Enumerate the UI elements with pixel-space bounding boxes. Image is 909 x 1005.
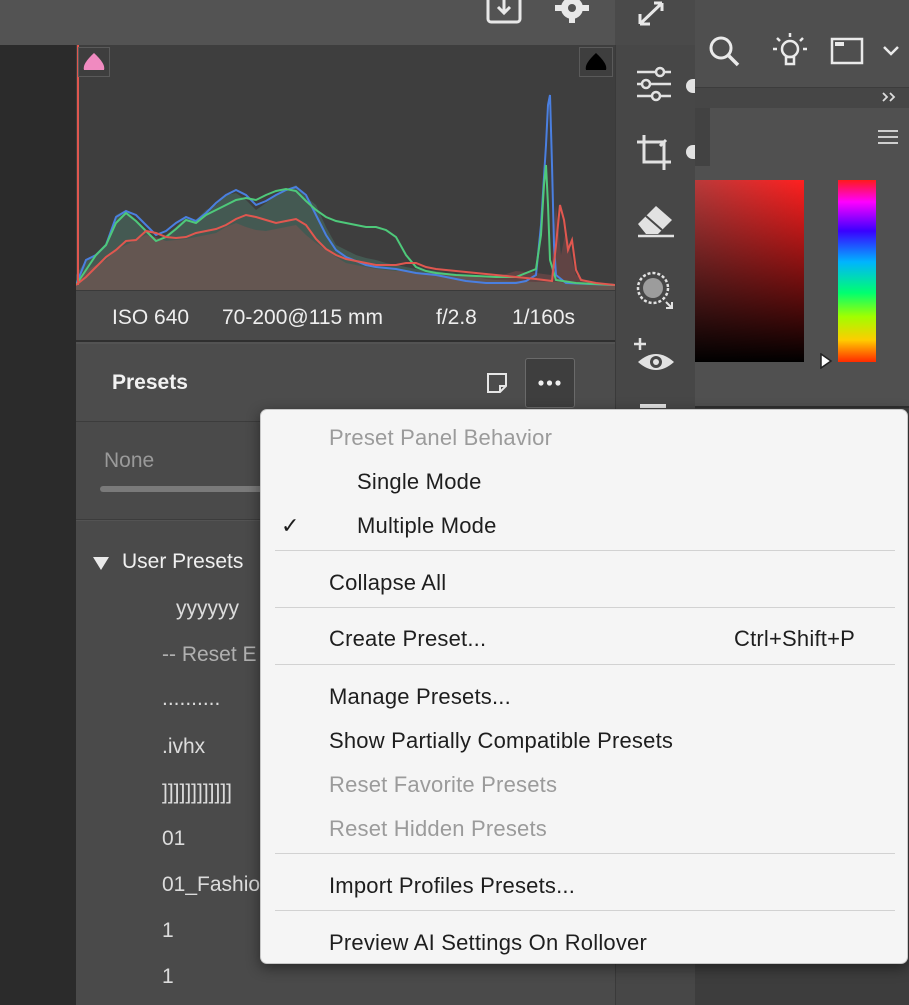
sliders-icon[interactable] bbox=[634, 64, 674, 104]
checkmark-icon: ✓ bbox=[281, 513, 300, 538]
filmstrip-area bbox=[0, 45, 76, 1005]
right-collapse-bar bbox=[695, 88, 909, 108]
presets-title: Presets bbox=[112, 371, 188, 394]
preset-item[interactable]: 1 bbox=[162, 965, 174, 989]
exif-aperture: f/2.8 bbox=[436, 306, 477, 329]
tool-partial-icon[interactable] bbox=[640, 404, 666, 408]
eraser-icon[interactable] bbox=[634, 202, 676, 238]
lightbulb-icon[interactable] bbox=[770, 30, 810, 70]
preset-item[interactable]: yyyyyy bbox=[176, 597, 239, 621]
preset-item[interactable]: .ivhx bbox=[162, 735, 205, 759]
color-saturation-field[interactable] bbox=[695, 180, 804, 362]
highlight-clipping-indicator[interactable] bbox=[579, 47, 613, 77]
download-icon[interactable] bbox=[485, 0, 523, 28]
menu-item-manage-presets[interactable]: Manage Presets... bbox=[329, 684, 511, 710]
preset-item[interactable]: 1 bbox=[162, 919, 174, 943]
menu-item-show-partially-compatible[interactable]: Show Partially Compatible Presets bbox=[329, 728, 673, 754]
new-preset-icon[interactable] bbox=[484, 370, 510, 396]
shadow-clipping-indicator[interactable] bbox=[78, 47, 110, 77]
chevron-down-icon[interactable] bbox=[880, 42, 902, 60]
exif-iso: ISO 640 bbox=[112, 306, 190, 329]
preset-item[interactable]: 01 bbox=[162, 827, 185, 851]
preset-item[interactable]: .......... bbox=[162, 687, 220, 711]
menu-item-create-preset[interactable]: Create Preset... bbox=[329, 626, 486, 652]
preset-item[interactable]: -- Reset E bbox=[162, 643, 257, 667]
preset-amount-slider[interactable] bbox=[100, 486, 270, 492]
menu-item-multiple-mode[interactable]: Multiple Mode bbox=[357, 513, 497, 539]
menu-divider bbox=[275, 853, 895, 854]
masking-icon[interactable] bbox=[634, 268, 676, 310]
hamburger-menu-icon[interactable] bbox=[876, 128, 900, 146]
menu-divider bbox=[275, 664, 895, 665]
histogram-graph bbox=[75, 45, 616, 290]
menu-item-import-profiles[interactable]: Import Profiles Presets... bbox=[329, 873, 575, 899]
hue-slider[interactable] bbox=[838, 180, 876, 362]
preset-amount-label: None bbox=[104, 449, 155, 472]
exif-shutter: 1/160s bbox=[512, 306, 576, 329]
user-presets-group[interactable]: User Presets bbox=[122, 550, 243, 574]
crop-icon[interactable] bbox=[634, 132, 674, 174]
menu-item-single-mode[interactable]: Single Mode bbox=[357, 469, 482, 495]
preset-item[interactable]: 01_Fashio bbox=[162, 873, 260, 897]
menu-item-preview-ai[interactable]: Preview AI Settings On Rollover bbox=[329, 930, 647, 956]
redeye-icon[interactable] bbox=[632, 336, 676, 378]
menu-section-header: Preset Panel Behavior bbox=[329, 425, 553, 450]
menu-item-reset-favorite: Reset Favorite Presets bbox=[329, 772, 558, 797]
menu-divider bbox=[275, 550, 895, 551]
exif-info-bar: ISO 640 70-200@115 mm f/2.8 1/160s bbox=[76, 290, 615, 342]
disclosure-triangle-icon[interactable] bbox=[91, 554, 111, 572]
exif-lens: 70-200@115 mm bbox=[222, 306, 384, 329]
crop-badge bbox=[686, 145, 695, 159]
histogram bbox=[75, 45, 616, 290]
menu-item-collapse-all[interactable]: Collapse All bbox=[329, 570, 446, 596]
hue-slider-handle[interactable] bbox=[819, 352, 835, 370]
preset-options-menu: Preset Panel Behavior Single Mode ✓ Mult… bbox=[260, 409, 908, 964]
more-options-icon[interactable] bbox=[525, 358, 575, 408]
menu-divider bbox=[275, 910, 895, 911]
sliders-badge bbox=[686, 79, 695, 93]
menu-divider bbox=[275, 607, 895, 608]
expand-icon[interactable] bbox=[632, 0, 672, 30]
double-chevron-icon[interactable] bbox=[880, 89, 900, 105]
gear-icon[interactable] bbox=[552, 0, 592, 28]
search-icon[interactable] bbox=[706, 33, 742, 69]
menu-item-reset-hidden: Reset Hidden Presets bbox=[329, 816, 547, 841]
menu-shortcut-create-preset: Ctrl+Shift+P bbox=[734, 626, 856, 651]
panel-icon[interactable] bbox=[830, 36, 864, 66]
preset-item[interactable]: ]]]]]]]]]]]] bbox=[162, 781, 232, 805]
